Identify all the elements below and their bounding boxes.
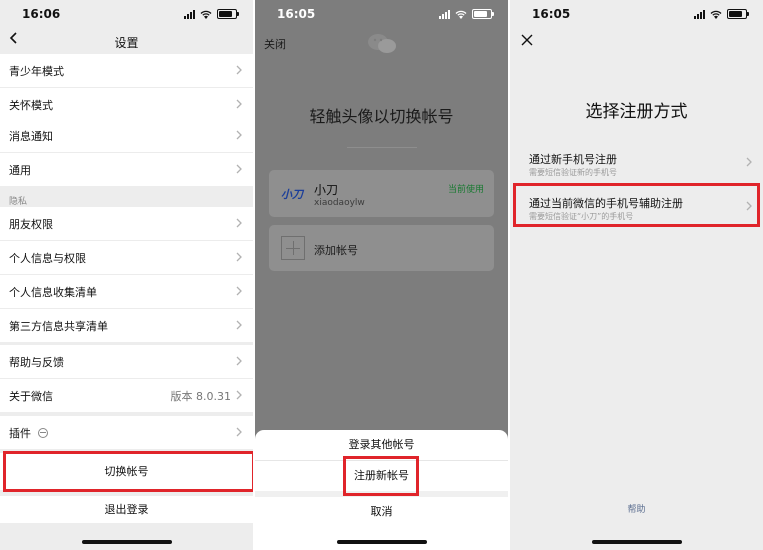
chevron-right-icon [236, 286, 242, 296]
account-name: 小刀 [314, 183, 339, 197]
version-text: 版本 8.0.31 [170, 390, 231, 403]
chevron-right-icon [236, 99, 242, 109]
wifi-icon [455, 10, 467, 19]
settings-screen: 16:06 设置 青少年模式 关怀模式 消息通知 通用 隐私 朋友权限 个人信息… [0, 0, 253, 550]
settings-group-privacy: 朋友权限 个人信息与权限 个人信息收集清单 第三方信息共享清单 [0, 207, 253, 342]
logout-button[interactable]: 退出登录 [0, 496, 253, 523]
chevron-right-icon [236, 252, 242, 262]
cancel-option[interactable]: 取消 [255, 497, 508, 527]
register-method-screen: 16:05 选择注册方式 通过新手机号注册 需要短信验证新的手机号 通过当前微信… [510, 0, 763, 550]
wifi-icon [200, 10, 212, 19]
chevron-right-icon [236, 320, 242, 330]
wifi-icon [710, 10, 722, 19]
chevron-right-icon [236, 130, 242, 140]
switch-account-screen: 16:05 关闭 轻触头像以切换帐号 小刀 小刀 xiaodaoylw 当前使用… [255, 0, 508, 550]
status-time: 16:06 [22, 7, 61, 21]
settings-group-mode: 青少年模式 关怀模式 [0, 54, 253, 121]
settings-item-general[interactable]: 通用 [0, 153, 253, 186]
plus-icon [281, 236, 305, 260]
settings-item-third-party-sharing-list[interactable]: 第三方信息共享清单 [0, 309, 253, 342]
settings-item-plugins[interactable]: 插件 [0, 416, 253, 449]
signal-icon [184, 9, 195, 19]
section-label-privacy: 隐私 [9, 197, 28, 207]
chevron-right-icon [236, 218, 242, 228]
highlight-frame [3, 451, 253, 492]
battery-icon [727, 9, 749, 19]
add-account-card[interactable]: 添加帐号 [269, 225, 494, 271]
chevron-right-icon [746, 157, 752, 167]
signal-icon [694, 9, 705, 19]
page-heading: 选择注册方式 [585, 102, 688, 122]
highlight-frame [513, 183, 760, 227]
home-indicator [591, 540, 682, 544]
settings-group-about: 帮助与反馈 关于微信 版本 8.0.31 [0, 345, 253, 412]
minus-circle-icon [38, 428, 48, 438]
settings-item-info-collection-list[interactable]: 个人信息收集清单 [0, 275, 253, 309]
account-id: xiaodaoylw [314, 198, 365, 208]
close-button[interactable]: 关闭 [264, 36, 286, 52]
status-time: 16:05 [532, 7, 571, 21]
settings-item-youth-mode[interactable]: 青少年模式 [0, 54, 253, 88]
settings-item-notifications[interactable]: 消息通知 [0, 119, 253, 153]
divider [347, 147, 417, 148]
chevron-right-icon [236, 65, 242, 75]
add-account-label: 添加帐号 [314, 244, 358, 257]
current-account-card[interactable]: 小刀 小刀 xiaodaoylw 当前使用 [269, 170, 494, 217]
chevron-right-icon [236, 427, 242, 437]
status-time: 16:05 [277, 7, 316, 21]
chevron-right-icon [236, 390, 242, 400]
settings-item-care-mode[interactable]: 关怀模式 [0, 88, 253, 121]
nav-bar: 设置 [0, 28, 253, 54]
close-icon[interactable] [521, 34, 533, 46]
status-bar: 16:06 [0, 0, 253, 28]
battery-icon [472, 9, 494, 19]
page-title: 设置 [114, 36, 139, 50]
settings-item-help-feedback[interactable]: 帮助与反馈 [0, 345, 253, 379]
register-with-new-phone-option[interactable]: 通过新手机号注册 需要短信验证新的手机号 [510, 140, 763, 184]
wechat-logo-icon [368, 34, 396, 53]
account-avatar: 小刀 [281, 188, 303, 201]
settings-item-friend-permissions[interactable]: 朋友权限 [0, 207, 253, 241]
home-indicator [81, 540, 172, 544]
settings-item-personal-info-permissions[interactable]: 个人信息与权限 [0, 241, 253, 275]
chevron-right-icon [236, 356, 242, 366]
settings-item-about-wechat[interactable]: 关于微信 版本 8.0.31 [0, 379, 253, 412]
page-heading: 轻触头像以切换帐号 [309, 107, 454, 126]
settings-group-general: 消息通知 通用 [0, 119, 253, 186]
battery-icon [217, 9, 239, 19]
home-indicator [336, 540, 427, 544]
signal-icon [439, 9, 450, 19]
highlight-frame [343, 456, 419, 496]
in-use-badge: 当前使用 [447, 185, 484, 195]
status-bar: 16:05 [255, 0, 508, 28]
help-link[interactable]: 帮助 [510, 502, 763, 515]
chevron-right-icon [236, 164, 242, 174]
status-bar: 16:05 [510, 0, 763, 28]
settings-group-plugins: 插件 [0, 416, 253, 449]
